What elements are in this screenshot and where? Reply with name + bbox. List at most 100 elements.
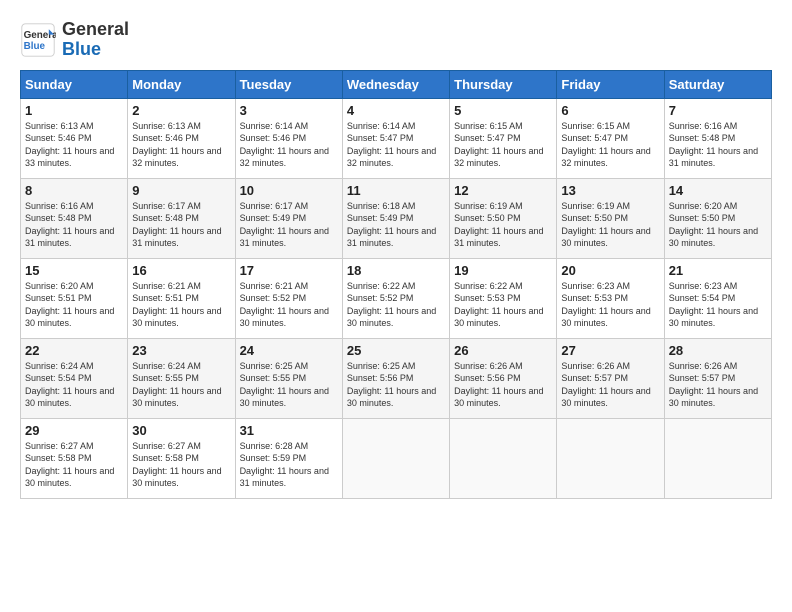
calendar-cell: 27 Sunrise: 6:26 AMSunset: 5:57 PMDayligh… <box>557 338 664 418</box>
calendar-cell <box>557 418 664 498</box>
calendar-cell: 12 Sunrise: 6:19 AMSunset: 5:50 PMDayligh… <box>450 178 557 258</box>
day-number: 17 <box>240 263 338 278</box>
day-number: 15 <box>25 263 123 278</box>
calendar-cell <box>342 418 449 498</box>
calendar-cell: 30 Sunrise: 6:27 AMSunset: 5:58 PMDayligh… <box>128 418 235 498</box>
day-info: Sunrise: 6:15 AMSunset: 5:47 PMDaylight:… <box>561 120 659 170</box>
day-number: 31 <box>240 423 338 438</box>
day-number: 30 <box>132 423 230 438</box>
logo-icon: General Blue <box>20 22 56 58</box>
day-info: Sunrise: 6:28 AMSunset: 5:59 PMDaylight:… <box>240 440 338 490</box>
logo: General Blue General Blue <box>20 20 129 60</box>
day-number: 16 <box>132 263 230 278</box>
calendar-cell: 11Sunrise: 6:18 AMSunset: 5:49 PMDayligh… <box>342 178 449 258</box>
day-number: 10 <box>240 183 338 198</box>
calendar-cell: 15Sunrise: 6:20 AMSunset: 5:51 PMDayligh… <box>21 258 128 338</box>
day-number: 28 <box>669 343 767 358</box>
column-header-sunday: Sunday <box>21 70 128 98</box>
day-number: 11 <box>347 183 445 198</box>
day-info: Sunrise: 6:26 AMSunset: 5:57 PMDaylight:… <box>669 360 767 410</box>
calendar-cell: 19 Sunrise: 6:22 AMSunset: 5:53 PMDayligh… <box>450 258 557 338</box>
day-info: Sunrise: 6:14 AMSunset: 5:46 PMDaylight:… <box>240 120 338 170</box>
day-info: Sunrise: 6:17 AMSunset: 5:48 PMDaylight:… <box>132 200 230 250</box>
day-number: 7 <box>669 103 767 118</box>
day-info: Sunrise: 6:20 AMSunset: 5:50 PMDaylight:… <box>669 200 767 250</box>
day-number: 18 <box>347 263 445 278</box>
day-info: Sunrise: 6:17 AMSunset: 5:49 PMDaylight:… <box>240 200 338 250</box>
calendar-cell: 22 Sunrise: 6:24 AMSunset: 5:54 PMDayligh… <box>21 338 128 418</box>
calendar-cell: 29Sunrise: 6:27 AMSunset: 5:58 PMDayligh… <box>21 418 128 498</box>
day-info: Sunrise: 6:26 AMSunset: 5:56 PMDaylight:… <box>454 360 552 410</box>
day-info: Sunrise: 6:25 AMSunset: 5:56 PMDaylight:… <box>347 360 445 410</box>
day-info: Sunrise: 6:21 AMSunset: 5:51 PMDaylight:… <box>132 280 230 330</box>
day-number: 13 <box>561 183 659 198</box>
column-header-monday: Monday <box>128 70 235 98</box>
calendar-cell: 25 Sunrise: 6:25 AMSunset: 5:56 PMDayligh… <box>342 338 449 418</box>
day-info: Sunrise: 6:24 AMSunset: 5:55 PMDaylight:… <box>132 360 230 410</box>
calendar-cell: 14 Sunrise: 6:20 AMSunset: 5:50 PMDayligh… <box>664 178 771 258</box>
calendar-header: SundayMondayTuesdayWednesdayThursdayFrid… <box>21 70 772 98</box>
column-header-thursday: Thursday <box>450 70 557 98</box>
calendar-cell: 8 Sunrise: 6:16 AMSunset: 5:48 PMDaylight… <box>21 178 128 258</box>
day-number: 5 <box>454 103 552 118</box>
day-number: 23 <box>132 343 230 358</box>
calendar-cell: 24Sunrise: 6:25 AMSunset: 5:55 PMDayligh… <box>235 338 342 418</box>
day-info: Sunrise: 6:27 AMSunset: 5:58 PMDaylight:… <box>132 440 230 490</box>
day-info: Sunrise: 6:26 AMSunset: 5:57 PMDaylight:… <box>561 360 659 410</box>
day-number: 1 <box>25 103 123 118</box>
week-row-1: 1 Sunrise: 6:13 AMSunset: 5:46 PMDaylight… <box>21 98 772 178</box>
day-info: Sunrise: 6:27 AMSunset: 5:58 PMDaylight:… <box>25 440 123 490</box>
day-info: Sunrise: 6:22 AMSunset: 5:52 PMDaylight:… <box>347 280 445 330</box>
logo-label: General Blue <box>62 20 129 60</box>
week-row-5: 29Sunrise: 6:27 AMSunset: 5:58 PMDayligh… <box>21 418 772 498</box>
day-info: Sunrise: 6:13 AMSunset: 5:46 PMDaylight:… <box>25 120 123 170</box>
day-info: Sunrise: 6:19 AMSunset: 5:50 PMDaylight:… <box>454 200 552 250</box>
day-number: 25 <box>347 343 445 358</box>
calendar-cell: 13Sunrise: 6:19 AMSunset: 5:50 PMDayligh… <box>557 178 664 258</box>
calendar-cell: 5Sunrise: 6:15 AMSunset: 5:47 PMDaylight… <box>450 98 557 178</box>
calendar-cell: 2 Sunrise: 6:13 AMSunset: 5:46 PMDaylight… <box>128 98 235 178</box>
day-number: 26 <box>454 343 552 358</box>
calendar-cell: 20Sunrise: 6:23 AMSunset: 5:53 PMDayligh… <box>557 258 664 338</box>
calendar-cell: 26 Sunrise: 6:26 AMSunset: 5:56 PMDayligh… <box>450 338 557 418</box>
calendar-cell: 31 Sunrise: 6:28 AMSunset: 5:59 PMDayligh… <box>235 418 342 498</box>
day-info: Sunrise: 6:25 AMSunset: 5:55 PMDaylight:… <box>240 360 338 410</box>
day-info: Sunrise: 6:22 AMSunset: 5:53 PMDaylight:… <box>454 280 552 330</box>
day-number: 9 <box>132 183 230 198</box>
column-header-wednesday: Wednesday <box>342 70 449 98</box>
day-info: Sunrise: 6:23 AMSunset: 5:54 PMDaylight:… <box>669 280 767 330</box>
day-info: Sunrise: 6:13 AMSunset: 5:46 PMDaylight:… <box>132 120 230 170</box>
page-header: General Blue General Blue <box>20 20 772 60</box>
column-header-friday: Friday <box>557 70 664 98</box>
calendar-cell <box>450 418 557 498</box>
week-row-4: 22 Sunrise: 6:24 AMSunset: 5:54 PMDayligh… <box>21 338 772 418</box>
calendar-cell: 17 Sunrise: 6:21 AMSunset: 5:52 PMDayligh… <box>235 258 342 338</box>
day-number: 14 <box>669 183 767 198</box>
day-info: Sunrise: 6:14 AMSunset: 5:47 PMDaylight:… <box>347 120 445 170</box>
day-number: 6 <box>561 103 659 118</box>
day-info: Sunrise: 6:16 AMSunset: 5:48 PMDaylight:… <box>669 120 767 170</box>
day-number: 8 <box>25 183 123 198</box>
calendar-cell: 6 Sunrise: 6:15 AMSunset: 5:47 PMDaylight… <box>557 98 664 178</box>
day-number: 12 <box>454 183 552 198</box>
day-number: 19 <box>454 263 552 278</box>
day-info: Sunrise: 6:21 AMSunset: 5:52 PMDaylight:… <box>240 280 338 330</box>
day-info: Sunrise: 6:24 AMSunset: 5:54 PMDaylight:… <box>25 360 123 410</box>
svg-text:Blue: Blue <box>24 41 46 52</box>
calendar-cell: 18 Sunrise: 6:22 AMSunset: 5:52 PMDayligh… <box>342 258 449 338</box>
column-header-tuesday: Tuesday <box>235 70 342 98</box>
calendar-cell: 3 Sunrise: 6:14 AMSunset: 5:46 PMDaylight… <box>235 98 342 178</box>
day-number: 22 <box>25 343 123 358</box>
day-number: 21 <box>669 263 767 278</box>
calendar-cell <box>664 418 771 498</box>
day-info: Sunrise: 6:23 AMSunset: 5:53 PMDaylight:… <box>561 280 659 330</box>
column-header-saturday: Saturday <box>664 70 771 98</box>
calendar-table: SundayMondayTuesdayWednesdayThursdayFrid… <box>20 70 772 499</box>
calendar-cell: 4Sunrise: 6:14 AMSunset: 5:47 PMDaylight… <box>342 98 449 178</box>
day-number: 3 <box>240 103 338 118</box>
day-number: 2 <box>132 103 230 118</box>
week-row-2: 8 Sunrise: 6:16 AMSunset: 5:48 PMDaylight… <box>21 178 772 258</box>
header-row: SundayMondayTuesdayWednesdayThursdayFrid… <box>21 70 772 98</box>
day-info: Sunrise: 6:16 AMSunset: 5:48 PMDaylight:… <box>25 200 123 250</box>
day-number: 27 <box>561 343 659 358</box>
